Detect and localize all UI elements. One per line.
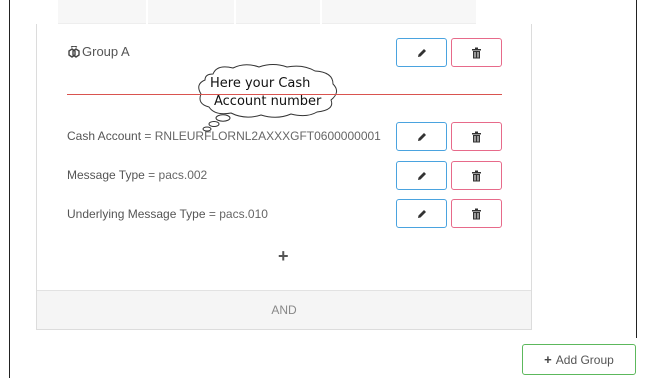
delete-condition-button[interactable] xyxy=(451,122,502,151)
condition-key: Underlying Message Type xyxy=(67,207,206,221)
condition-value: pacs.010 xyxy=(219,207,268,221)
operator-footer[interactable]: AND xyxy=(37,290,531,329)
trash-icon xyxy=(472,47,481,58)
group-name: Group A xyxy=(82,44,130,59)
condition-underlying-message-type: Underlying Message Type = pacs.010 xyxy=(67,207,268,221)
callout-text-line2: Account number xyxy=(214,94,322,109)
trash-icon xyxy=(472,131,481,142)
condition-value: pacs.002 xyxy=(158,168,208,182)
cubes-icon xyxy=(68,45,80,58)
edit-group-button[interactable] xyxy=(396,38,447,67)
edit-condition-button[interactable] xyxy=(396,122,447,151)
group-title: Group A xyxy=(67,44,130,59)
trash-icon xyxy=(472,170,481,181)
operator-label: AND xyxy=(271,303,297,317)
delete-group-button[interactable] xyxy=(451,38,502,67)
condition-cash-account: Cash Account = RNLEURFLORNL2AXXXGFT06000… xyxy=(67,129,381,143)
condition-operator: = xyxy=(141,129,155,143)
group-divider xyxy=(67,94,502,95)
window-right-edge xyxy=(636,0,637,338)
callout-text-line1: Here your Cash xyxy=(210,76,311,91)
pencil-icon xyxy=(417,171,426,180)
pencil-icon xyxy=(417,48,426,57)
delete-condition-button[interactable] xyxy=(451,161,502,190)
add-group-button[interactable]: + Add Group xyxy=(522,344,636,375)
condition-operator: = xyxy=(144,168,159,182)
plus-icon: + xyxy=(544,352,552,367)
condition-key: Message Type xyxy=(67,168,145,182)
top-tab-strip xyxy=(58,0,476,24)
condition-key: Cash Account xyxy=(67,129,142,143)
condition-message-type: Message Type = pacs.002 xyxy=(67,168,207,182)
condition-value: RNLEURFLORNL2AXXXGFT0600000001 xyxy=(154,129,381,143)
trash-icon xyxy=(472,208,481,219)
edit-condition-button[interactable] xyxy=(396,199,447,228)
add-condition-button[interactable]: + xyxy=(278,247,289,265)
pencil-icon xyxy=(417,209,426,218)
edit-condition-button[interactable] xyxy=(396,161,447,190)
pencil-icon xyxy=(417,132,426,141)
window-left-edge xyxy=(9,0,10,378)
add-group-label: Add Group xyxy=(555,352,614,367)
condition-operator: = xyxy=(205,207,220,221)
delete-condition-button[interactable] xyxy=(451,199,502,228)
